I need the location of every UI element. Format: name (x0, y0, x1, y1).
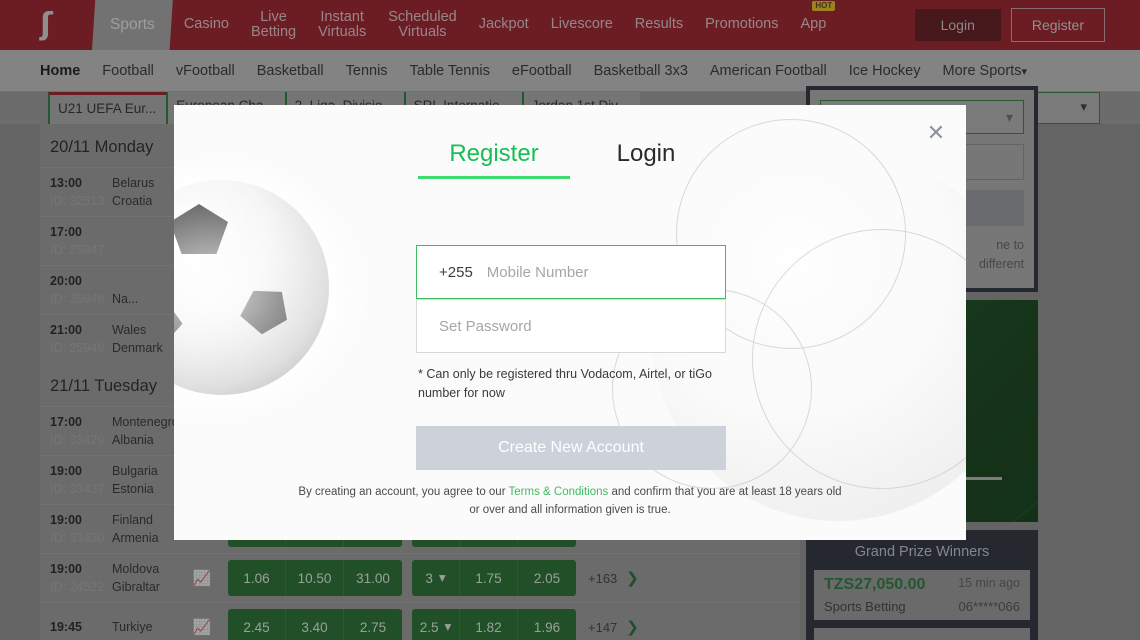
football-panel (233, 279, 296, 339)
terms-text: By creating an account, you agree to our… (294, 483, 846, 520)
operator-note: * Can only be registered thru Vodacom, A… (418, 367, 712, 401)
register-form: +255 Mobile Number Set Password * Can on… (416, 245, 726, 470)
tab-login[interactable]: Login (570, 133, 722, 175)
close-icon[interactable]: ✕ (922, 119, 950, 147)
mobile-number-placeholder: Mobile Number (486, 263, 589, 281)
auth-modal: ✕ Register Login +255 Mobile Number Set … (174, 105, 966, 540)
terms-and-conditions-link[interactable]: Terms & Conditions (509, 486, 609, 498)
password-field[interactable]: Set Password (416, 299, 726, 353)
mobile-number-field[interactable]: +255 Mobile Number (416, 245, 726, 299)
password-placeholder: Set Password (439, 317, 532, 335)
tab-register[interactable]: Register (418, 133, 570, 179)
football-decor-small (174, 180, 329, 395)
country-code: +255 (439, 263, 473, 281)
create-account-button[interactable]: Create New Account (416, 425, 726, 470)
auth-tabs: Register Login (418, 133, 722, 179)
terms-prefix: By creating an account, you agree to our (298, 486, 509, 498)
